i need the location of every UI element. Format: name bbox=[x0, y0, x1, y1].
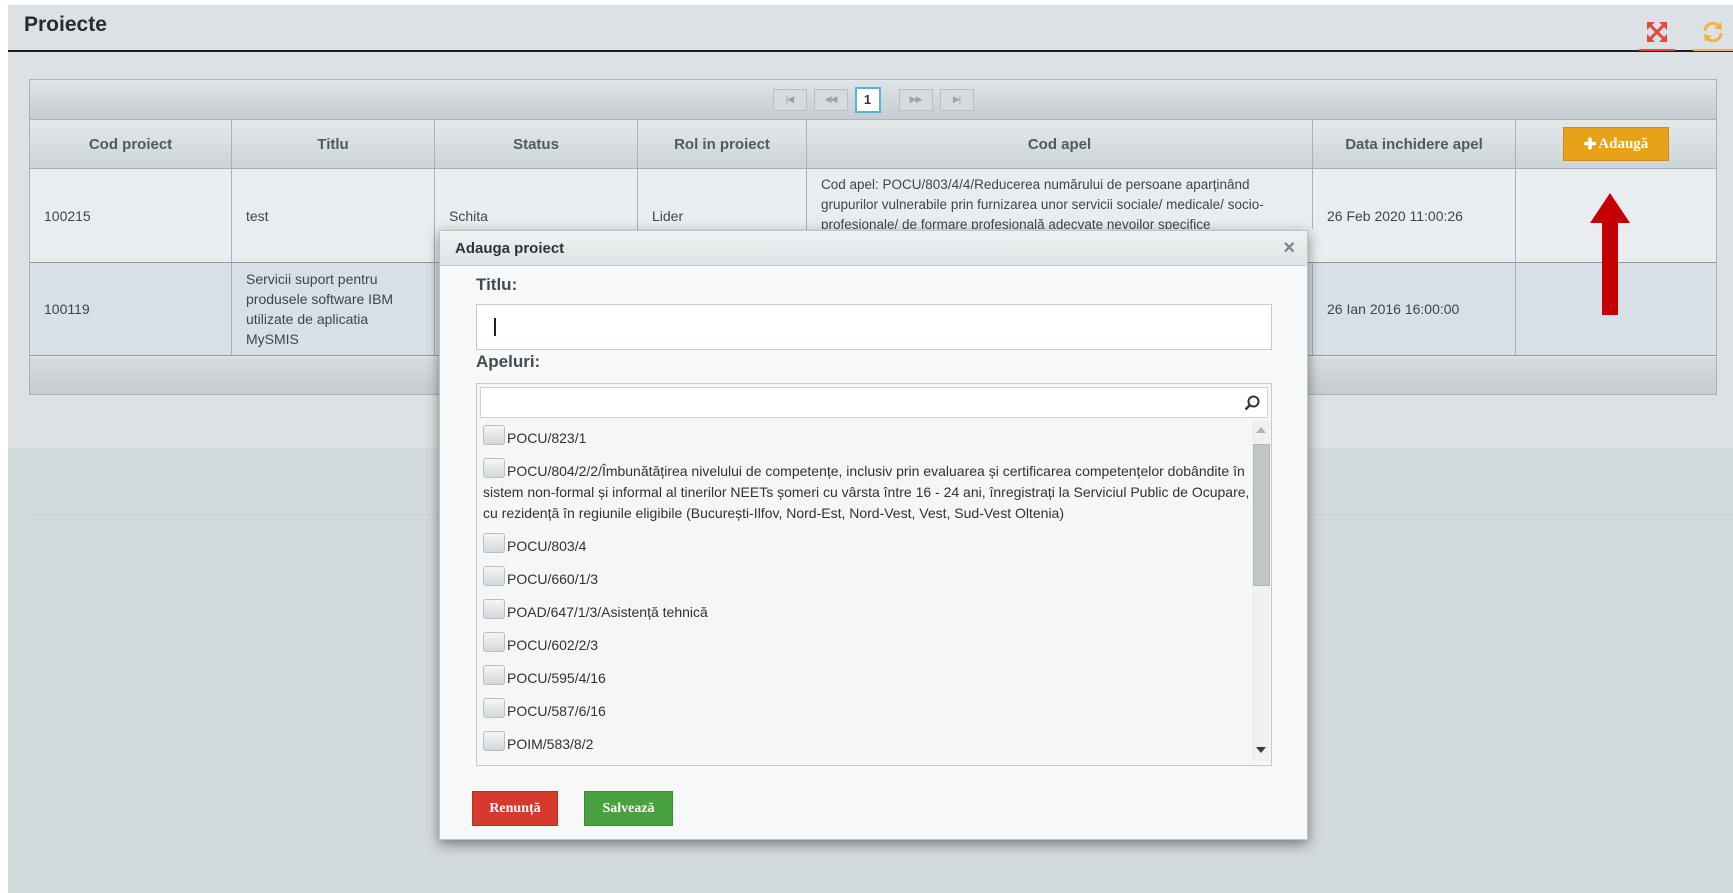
cell-data-inchidere: 26 Feb 2020 11:00:26 bbox=[1313, 169, 1516, 262]
scroll-down-arrow-icon[interactable] bbox=[1256, 747, 1266, 753]
column-header-status[interactable]: Status bbox=[435, 120, 638, 168]
call-item[interactable]: POCU/804/2/2/Îmbunătățirea nivelului de … bbox=[480, 454, 1250, 529]
apeluri-label: Apeluri: bbox=[476, 352, 541, 371]
call-item[interactable]: POAD/647/1/3/Asistență tehnică bbox=[480, 595, 1250, 628]
add-project-dialog: Adauga proiect × Titlu: Apeluri: POCU/82… bbox=[439, 230, 1308, 840]
call-item[interactable]: POCU/602/2/3 bbox=[480, 628, 1250, 661]
call-label: POCU/587/6/16 bbox=[507, 703, 606, 719]
refresh-icon bbox=[1703, 21, 1723, 43]
call-item[interactable]: POCU/587/6/16 bbox=[480, 694, 1250, 727]
cell-titlu: test bbox=[232, 169, 435, 262]
titlu-input[interactable] bbox=[476, 304, 1272, 350]
call-label: POIM/583/8/2 bbox=[507, 736, 594, 752]
call-label: POCU/660/1/3 bbox=[507, 571, 599, 587]
column-header-data-inchidere[interactable]: Data inchidere apel bbox=[1313, 120, 1516, 168]
call-label: POCU/804/2/2/Îmbunătățirea nivelului de … bbox=[483, 463, 1250, 521]
call-item[interactable]: POCU/660/1/3 bbox=[480, 562, 1250, 595]
search-icon[interactable] bbox=[1243, 394, 1261, 412]
pager-first-button[interactable]: |◀ bbox=[772, 88, 807, 111]
cell-cod-apel: Cod apel: POCU/803/4/4/Reducerea numărul… bbox=[807, 169, 1313, 229]
column-header-rol[interactable]: Rol in proiect bbox=[638, 120, 807, 168]
pager-current-page[interactable]: 1 bbox=[854, 86, 881, 113]
scroll-thumb[interactable] bbox=[1253, 444, 1270, 586]
table-header: Cod proiect Titlu Status Rol in proiect … bbox=[30, 120, 1716, 169]
column-header-titlu[interactable]: Titlu bbox=[232, 120, 435, 168]
red-arrow-annotation bbox=[1590, 193, 1630, 315]
plus-icon: ✚ bbox=[1583, 136, 1597, 153]
call-checkbox[interactable] bbox=[483, 698, 505, 718]
cell-titlu: Servicii suport pentru produsele softwar… bbox=[232, 263, 435, 355]
pager-last-button[interactable]: ▶| bbox=[939, 88, 974, 111]
call-label: POCU/595/4/16 bbox=[507, 670, 606, 686]
call-checkbox[interactable] bbox=[483, 458, 505, 478]
call-item[interactable]: POCU/803/4 bbox=[480, 529, 1250, 562]
text-caret bbox=[494, 318, 496, 336]
pager-prev-button[interactable]: ◀◀ bbox=[813, 88, 848, 111]
titlu-label: Titlu: bbox=[476, 275, 518, 294]
call-checkbox[interactable] bbox=[483, 731, 505, 751]
dialog-title: Adauga proiect bbox=[455, 239, 565, 257]
call-checkbox[interactable] bbox=[483, 599, 505, 619]
cell-data-inchidere: 26 Ian 2016 16:00:00 bbox=[1313, 263, 1516, 355]
pager: |◀ ◀◀ 1 ▶▶ ▶| bbox=[30, 80, 1716, 120]
refresh-button[interactable] bbox=[1693, 15, 1733, 51]
page-title: Proiecte bbox=[24, 13, 107, 36]
add-project-label: Adaugă bbox=[1598, 135, 1649, 152]
call-checkbox[interactable] bbox=[483, 425, 505, 445]
column-header-cod-apel[interactable]: Cod apel bbox=[807, 120, 1313, 168]
column-header-cod-proiect[interactable]: Cod proiect bbox=[30, 120, 232, 168]
calls-search-input[interactable] bbox=[480, 387, 1268, 418]
call-label: POCU/803/4 bbox=[507, 538, 587, 554]
cancel-button[interactable]: Renunță bbox=[472, 791, 558, 826]
calls-listbox: POCU/823/1 POCU/804/2/2/Îmbunătățirea ni… bbox=[476, 383, 1272, 766]
call-item[interactable]: POCU/595/4/16 bbox=[480, 661, 1250, 694]
scroll-up-arrow-icon[interactable] bbox=[1256, 427, 1266, 433]
add-project-button[interactable]: ✚ Adaugă bbox=[1563, 127, 1669, 161]
call-label: POCU/602/2/3 bbox=[507, 637, 599, 653]
fullscreen-button[interactable] bbox=[1639, 15, 1675, 51]
calls-list[interactable]: POCU/823/1 POCU/804/2/2/Îmbunătățirea ni… bbox=[480, 421, 1250, 761]
call-item[interactable]: POIM/583/8/2 bbox=[480, 727, 1250, 760]
expand-arrows-icon bbox=[1647, 22, 1667, 42]
call-checkbox[interactable] bbox=[483, 665, 505, 685]
call-checkbox[interactable] bbox=[483, 632, 505, 652]
call-label: POAD/647/1/3/Asistență tehnică bbox=[507, 604, 708, 620]
cell-cod-proiect: 100119 bbox=[30, 263, 232, 355]
close-icon[interactable]: × bbox=[1283, 237, 1295, 260]
cell-cod-proiect: 100215 bbox=[30, 169, 232, 262]
pager-next-button[interactable]: ▶▶ bbox=[898, 88, 933, 111]
column-header-actions: ✚ Adaugă bbox=[1516, 120, 1716, 168]
calls-scrollbar[interactable] bbox=[1252, 421, 1270, 761]
call-label: POCU/823/1 bbox=[507, 430, 587, 446]
dialog-header: Adauga proiect × bbox=[440, 231, 1307, 266]
call-item[interactable]: POCU/823/1 bbox=[480, 421, 1250, 454]
call-checkbox[interactable] bbox=[483, 533, 505, 553]
call-checkbox[interactable] bbox=[483, 566, 505, 586]
save-button[interactable]: Salvează bbox=[584, 791, 673, 826]
page-header: Proiecte bbox=[8, 5, 1733, 52]
